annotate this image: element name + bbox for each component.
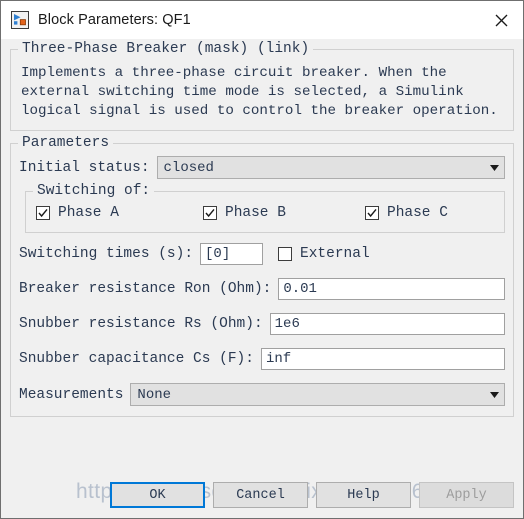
- phase-a-checkbox[interactable]: Phase A: [36, 205, 203, 221]
- phase-checkbox-row: Phase A Phase B Phase C: [36, 205, 494, 221]
- description-group: Three-Phase Breaker (mask) (link) Implem…: [10, 41, 514, 131]
- breaker-resistance-input[interactable]: [278, 278, 505, 300]
- switching-times-row: Switching times (s): External: [19, 243, 505, 265]
- button-bar: OK Cancel Help Apply: [1, 481, 523, 509]
- parameters-group: Parameters Initial status: closed Switch…: [10, 135, 514, 417]
- dialog-body: Three-Phase Breaker (mask) (link) Implem…: [1, 39, 523, 518]
- snubber-capacitance-input[interactable]: [260, 348, 505, 370]
- phase-b-label: Phase B: [225, 205, 286, 221]
- breaker-resistance-label: Breaker resistance Ron (Ohm):: [19, 281, 272, 297]
- snubber-resistance-label: Snubber resistance Rs (Ohm):: [19, 316, 263, 332]
- initial-status-row: Initial status: closed: [19, 156, 505, 179]
- phase-b-checkbox[interactable]: Phase B: [203, 205, 365, 221]
- external-label: External: [300, 246, 370, 262]
- initial-status-value: closed: [163, 159, 214, 176]
- chevron-down-icon: [484, 384, 504, 405]
- description-group-legend: Three-Phase Breaker (mask) (link): [18, 41, 314, 57]
- apply-button[interactable]: Apply: [419, 482, 514, 508]
- phase-c-label: Phase C: [387, 205, 448, 221]
- initial-status-label: Initial status:: [19, 159, 150, 176]
- phase-a-label: Phase A: [58, 205, 119, 221]
- snubber-resistance-row: Snubber resistance Rs (Ohm):: [19, 313, 505, 335]
- external-checkbox[interactable]: External: [278, 246, 370, 262]
- checkbox-checked-icon: [365, 206, 379, 220]
- measurements-dropdown[interactable]: None: [130, 383, 505, 406]
- ok-button[interactable]: OK: [110, 482, 205, 508]
- window-title: Block Parameters: QF1: [38, 12, 191, 28]
- checkbox-unchecked-icon: [278, 247, 293, 261]
- switching-of-legend: Switching of:: [33, 183, 155, 199]
- snubber-capacitance-label: Snubber capacitance Cs (F):: [19, 351, 254, 367]
- measurements-row: Measurements None: [19, 383, 505, 406]
- close-icon[interactable]: [479, 1, 523, 39]
- simulink-block-icon: [11, 11, 29, 29]
- description-text: Implements a three-phase circuit breaker…: [21, 65, 498, 119]
- initial-status-dropdown[interactable]: closed: [156, 156, 505, 179]
- block-parameters-dialog: Block Parameters: QF1 Three-Phase Breake…: [0, 0, 524, 519]
- chevron-down-icon: [484, 157, 504, 178]
- title-bar: Block Parameters: QF1: [1, 1, 523, 39]
- switching-of-group: Switching of: Phase A Phase B Phase C: [25, 183, 505, 233]
- checkbox-checked-icon: [203, 206, 217, 220]
- measurements-label: Measurements: [19, 386, 124, 403]
- switching-times-label: Switching times (s):: [19, 246, 194, 262]
- breaker-resistance-row: Breaker resistance Ron (Ohm):: [19, 278, 505, 300]
- snubber-resistance-input[interactable]: [269, 313, 505, 335]
- snubber-capacitance-row: Snubber capacitance Cs (F):: [19, 348, 505, 370]
- phase-c-checkbox[interactable]: Phase C: [365, 205, 448, 221]
- help-button[interactable]: Help: [316, 482, 411, 508]
- measurements-value: None: [137, 386, 172, 403]
- cancel-button[interactable]: Cancel: [213, 482, 308, 508]
- checkbox-checked-icon: [36, 206, 50, 220]
- parameters-group-legend: Parameters: [18, 135, 114, 151]
- switching-times-input[interactable]: [200, 243, 264, 265]
